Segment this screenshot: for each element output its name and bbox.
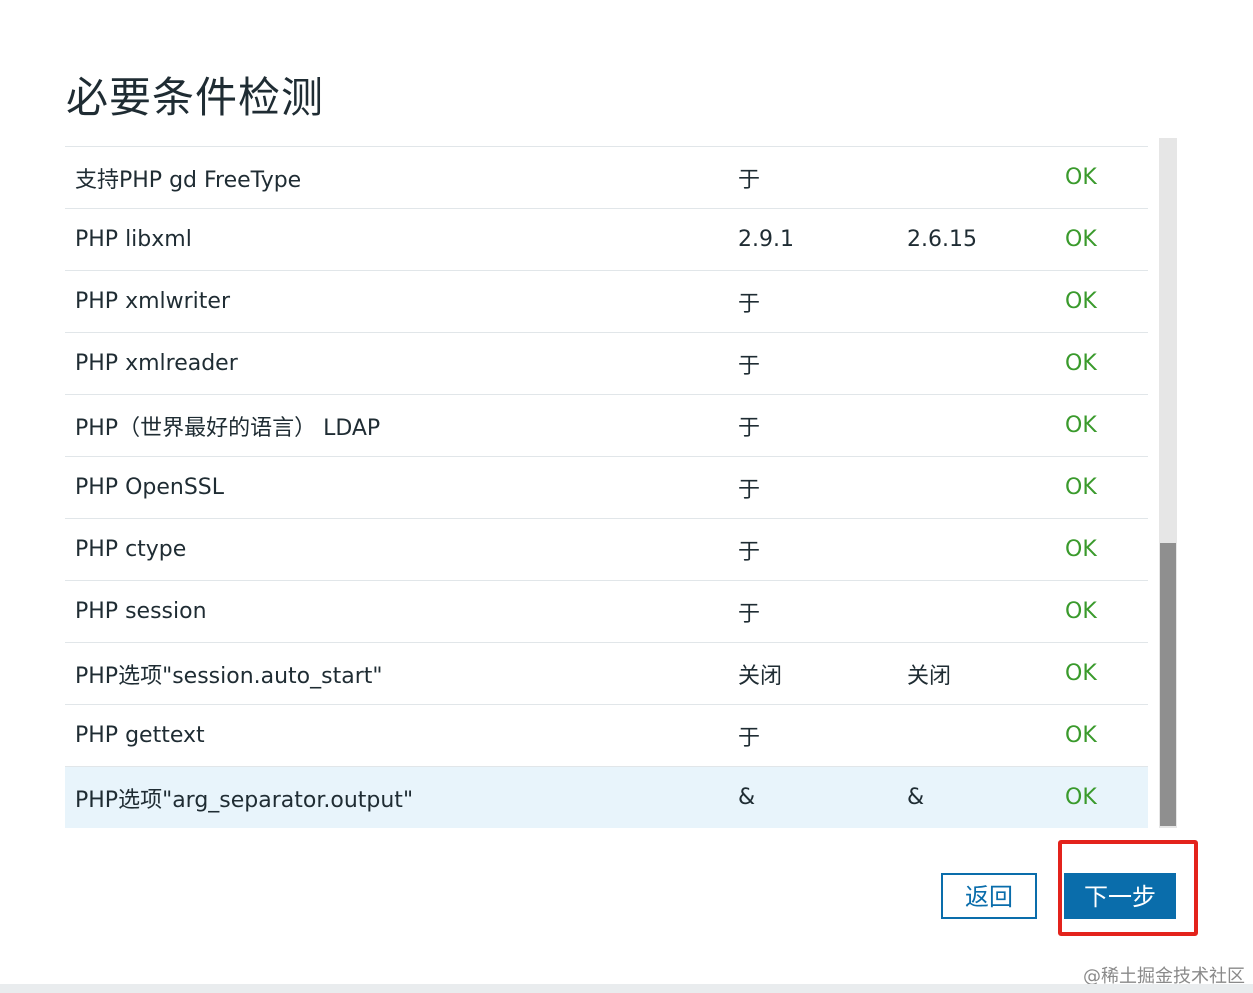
annotation-highlight-frame [1058,840,1198,936]
back-button[interactable]: 返回 [941,873,1037,919]
table-row-highlighted: PHP选项"arg_separator.output" & & OK [65,766,1148,828]
current-value: 于 [738,167,761,193]
current-value: 于 [738,415,761,441]
requirement-name: PHP xmlreader [75,351,238,376]
result-status: OK [1065,351,1097,376]
required-value [907,705,1065,767]
result-status: OK [1065,723,1097,748]
result-status: OK [1065,661,1097,686]
table-row: PHP OpenSSL 于 OK [65,456,1148,519]
requirement-name: PHP gettext [75,723,205,748]
table-row: PHP xmlwriter 于 OK [65,270,1148,333]
vertical-scrollbar[interactable] [1159,138,1177,828]
table-row: PHP session 于 OK [65,580,1148,643]
result-status: OK [1065,165,1097,190]
required-value [907,147,1065,209]
requirement-name: PHP xmlwriter [75,289,230,314]
current-value: 于 [738,477,761,503]
scrollbar-thumb[interactable] [1160,543,1176,826]
requirement-name: PHP ctype [75,537,187,562]
requirements-scroll-area[interactable]: 支持PHP gd FreeType 于 OK PHP libxml 2.9.1 … [65,138,1177,828]
current-value: 于 [738,601,761,627]
requirement-name: PHP libxml [75,227,192,252]
result-status: OK [1065,227,1097,252]
required-value: 关闭 [907,663,952,689]
result-status: OK [1065,475,1097,500]
current-value: 于 [738,539,761,565]
result-status: OK [1065,785,1097,811]
table-row: PHP gettext 于 OK [65,704,1148,767]
current-value: 于 [738,353,761,379]
requirement-name: PHP OpenSSL [75,475,225,500]
table-row: PHP libxml 2.9.1 2.6.15 OK [65,208,1148,271]
result-status: OK [1065,599,1097,624]
table-row: PHP选项"session.auto_start" 关闭 关闭 OK [65,642,1148,705]
result-status: OK [1065,413,1097,438]
bottom-divider [0,984,1253,993]
table-row: PHP（世界最好的语言） LDAP 于 OK [65,394,1148,457]
current-value: 于 [738,291,761,317]
requirement-name: 支持PHP gd FreeType [75,167,302,193]
table-row: PHP xmlreader 于 OK [65,332,1148,395]
table-row: 支持PHP gd FreeType 于 OK [65,146,1148,209]
current-value: 2.9.1 [738,227,794,252]
required-value [907,395,1065,457]
requirement-name: PHP session [75,599,207,624]
current-value: 于 [738,725,761,751]
table-row: PHP ctype 于 OK [65,518,1148,581]
required-value: 2.6.15 [907,227,977,252]
requirement-name: PHP（世界最好的语言） LDAP [75,415,381,441]
result-status: OK [1065,537,1097,562]
required-value [907,271,1065,333]
result-status: OK [1065,289,1097,314]
requirements-table: 支持PHP gd FreeType 于 OK PHP libxml 2.9.1 … [65,146,1148,828]
current-value: & [738,785,756,811]
required-value [907,333,1065,395]
requirement-name: PHP选项"arg_separator.output" [75,787,414,813]
required-value [907,519,1065,581]
current-value: 关闭 [738,663,783,689]
required-value [907,457,1065,519]
required-value: & [907,785,925,811]
page-title: 必要条件检测 [66,73,325,122]
required-value [907,581,1065,643]
requirement-name: PHP选项"session.auto_start" [75,663,383,689]
